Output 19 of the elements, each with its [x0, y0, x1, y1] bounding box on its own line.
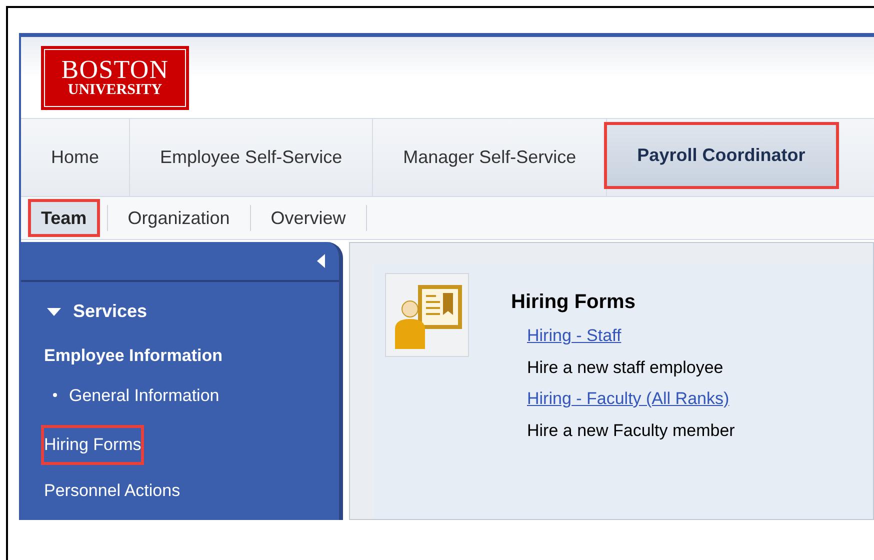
link-description: Hire a new staff employee [527, 356, 724, 378]
link-description: Hire a new Faculty member [527, 420, 735, 442]
section-heading: Hiring Forms [511, 290, 636, 315]
sub-tab[interactable]: Overview [260, 202, 356, 234]
form-link[interactable]: Hiring - Staff [527, 323, 622, 348]
collapse-icon[interactable] [317, 254, 325, 268]
sidebar-item[interactable]: Personnel Actions [44, 478, 180, 503]
logo-text: UNIVERSITY [68, 83, 162, 98]
logo-text: BOSTON [61, 57, 169, 83]
nav-tab[interactable]: Payroll Coordinator [607, 125, 836, 186]
bullet-icon [53, 393, 57, 398]
sub-tab[interactable]: Organization [118, 202, 240, 234]
expand-icon[interactable] [47, 308, 61, 316]
form-link[interactable]: Hiring - Faculty (All Ranks) [527, 386, 730, 412]
sidebar-item[interactable]: Hiring Forms [44, 428, 142, 462]
sub-tab[interactable]: Team [31, 202, 97, 234]
sidebar-item[interactable]: General Information [69, 382, 220, 408]
section-title[interactable]: Services [73, 298, 148, 325]
sidebar-heading: Employee Information [44, 345, 223, 367]
